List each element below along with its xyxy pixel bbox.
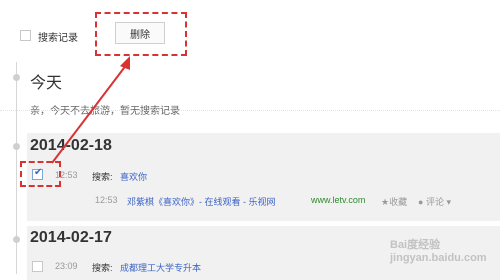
watermark-logo: Bai度经验 jingyan.baidu.com — [390, 239, 487, 264]
